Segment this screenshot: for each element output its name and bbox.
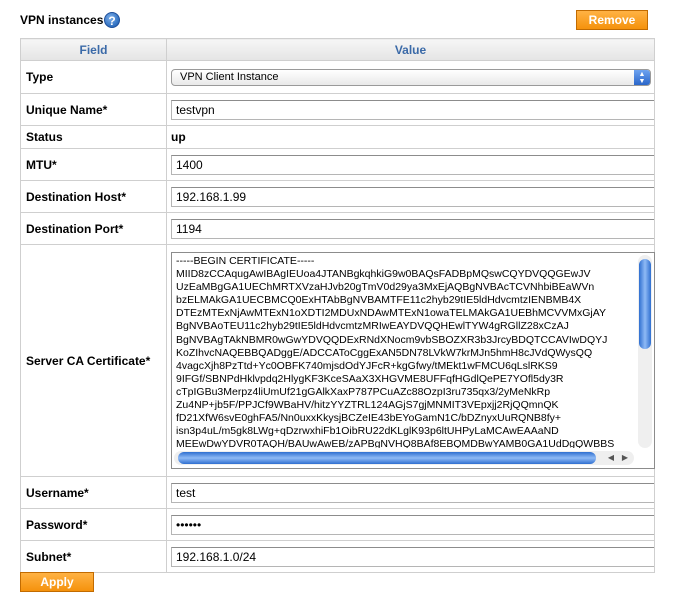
destination-host-label: Destination Host* [20, 180, 167, 213]
vpn-settings-table: Field Value Type VPN Client Instance ▲ ▼ … [20, 38, 655, 573]
destination-host-row: Destination Host* [20, 180, 655, 213]
field-column-header: Field [20, 38, 167, 61]
subnet-label: Subnet* [20, 540, 167, 573]
type-row: Type VPN Client Instance ▲ ▼ [20, 60, 655, 94]
type-label: Type [20, 60, 167, 94]
server-ca-row: Server CA Certificate* -----BEGIN CERTIF… [20, 244, 655, 477]
status-value: up [166, 125, 655, 149]
horizontal-scrollbar[interactable]: ◀ ▶ [174, 451, 634, 465]
type-select-value: VPN Client Instance [180, 70, 279, 83]
help-icon[interactable]: ? [104, 12, 120, 28]
destination-port-input[interactable] [171, 218, 655, 239]
unique-name-label: Unique Name* [20, 93, 167, 126]
table-header-row: Field Value [20, 38, 655, 61]
server-ca-label: Server CA Certificate* [20, 244, 167, 477]
server-ca-text: -----BEGIN CERTIFICATE----- MIID8zCCAqug… [176, 255, 615, 448]
mtu-input[interactable] [171, 154, 655, 175]
vpn-instances-header: VPN instances ? [20, 11, 652, 31]
remove-button[interactable]: Remove [576, 10, 648, 30]
subnet-row: Subnet* [20, 540, 655, 573]
section-title: VPN instances [20, 13, 104, 27]
vertical-scrollbar[interactable] [638, 255, 652, 448]
destination-port-label: Destination Port* [20, 212, 167, 245]
status-label: Status [20, 125, 167, 149]
value-column-header: Value [166, 38, 655, 61]
server-ca-textarea[interactable]: -----BEGIN CERTIFICATE----- MIID8zCCAqug… [171, 252, 655, 469]
password-row: Password* [20, 508, 655, 541]
unique-name-input[interactable] [171, 99, 655, 120]
apply-button[interactable]: Apply [20, 572, 94, 592]
password-input[interactable] [171, 514, 655, 535]
username-input[interactable] [171, 482, 655, 503]
select-arrows-icon: ▲ ▼ [634, 69, 650, 85]
horizontal-scroll-thumb[interactable] [178, 452, 596, 464]
vertical-scroll-thumb[interactable] [639, 259, 651, 349]
scroll-left-icon[interactable]: ◀ [608, 452, 614, 464]
type-select[interactable]: VPN Client Instance ▲ ▼ [171, 68, 651, 86]
username-label: Username* [20, 476, 167, 509]
status-row: Status up [20, 125, 655, 149]
mtu-label: MTU* [20, 148, 167, 181]
password-label: Password* [20, 508, 167, 541]
scroll-right-icon[interactable]: ▶ [622, 452, 628, 464]
destination-host-input[interactable] [171, 186, 655, 207]
username-row: Username* [20, 476, 655, 509]
subnet-input[interactable] [171, 546, 655, 567]
mtu-row: MTU* [20, 148, 655, 181]
destination-port-row: Destination Port* [20, 212, 655, 245]
unique-name-row: Unique Name* [20, 93, 655, 126]
